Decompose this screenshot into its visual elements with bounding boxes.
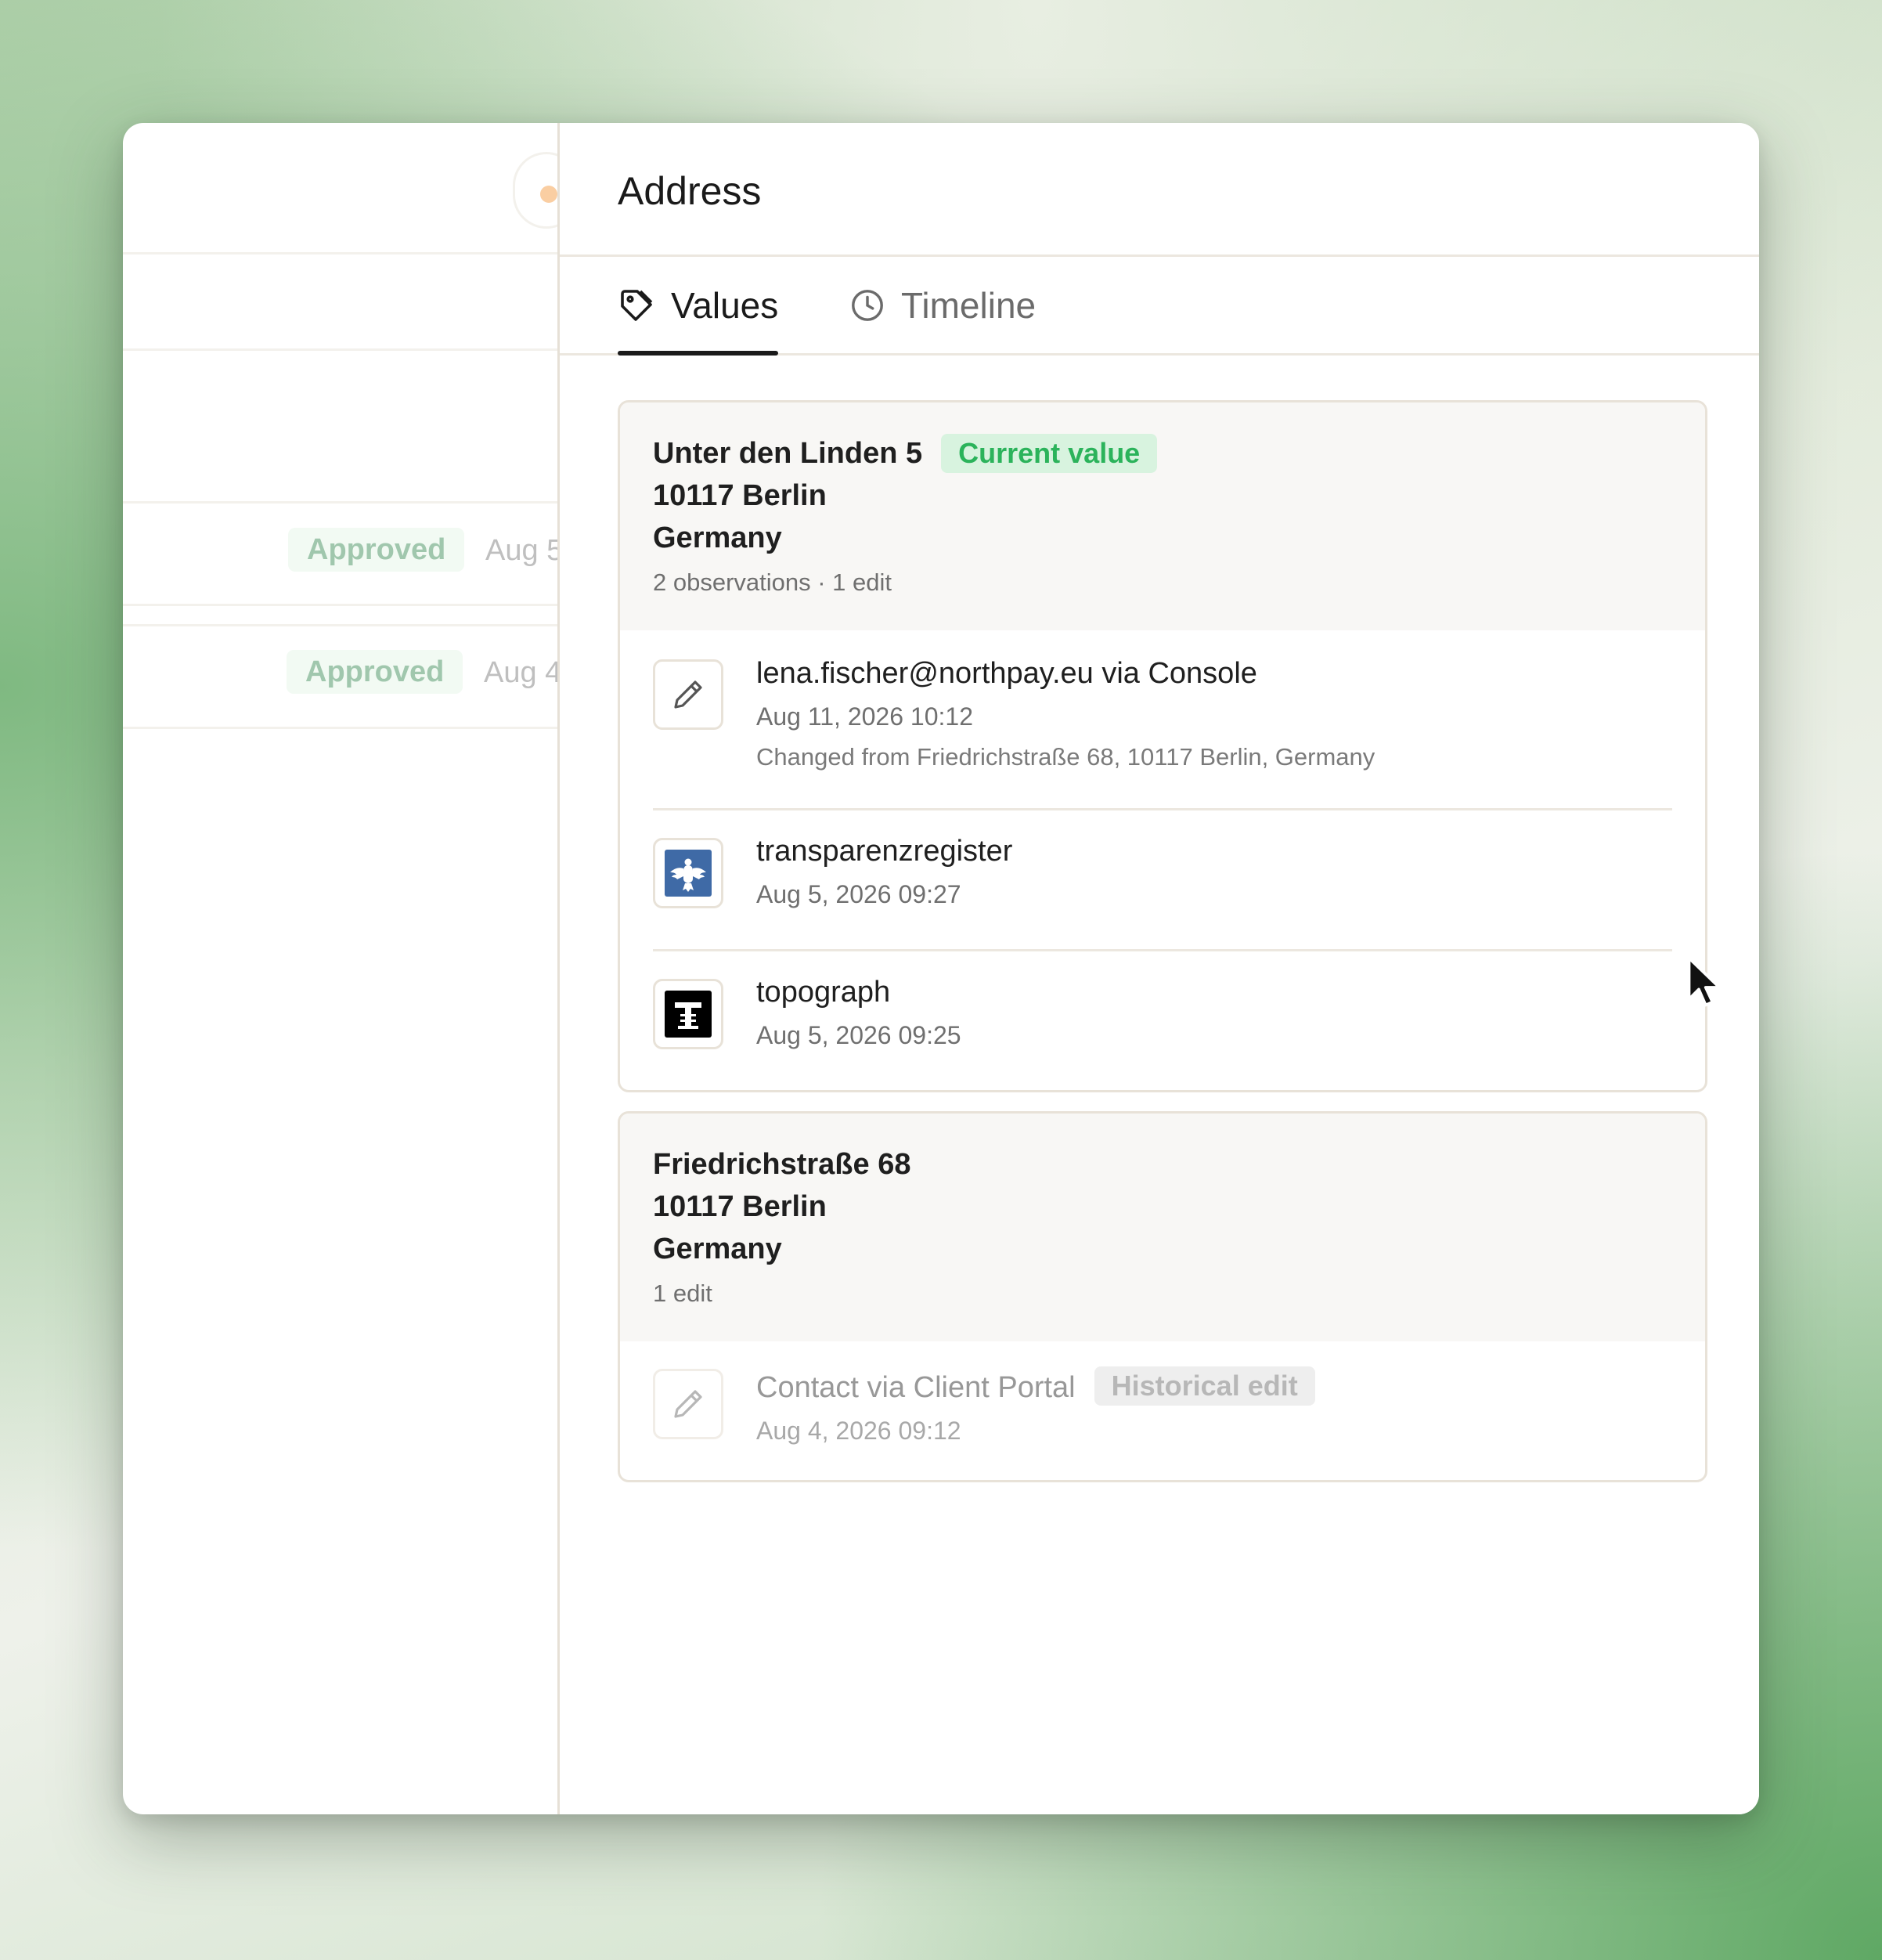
background-row[interactable]: Approved Aug 5 [123, 504, 563, 604]
divider [123, 604, 557, 606]
value-card-historical: Friedrichstraße 68 10117 Berlin Germany … [618, 1111, 1707, 1482]
entry-source: topograph [756, 976, 891, 1009]
divider [123, 348, 557, 351]
mouse-cursor-icon [1687, 956, 1722, 1007]
pencil-icon [653, 1369, 723, 1439]
tag-icon [621, 289, 653, 321]
divider [123, 727, 557, 729]
tab-timeline[interactable]: Timeline [849, 257, 1036, 353]
entry-timestamp: Aug 5, 2026 09:27 [756, 880, 961, 908]
status-dot [540, 186, 557, 203]
tab-label: Timeline [901, 284, 1037, 326]
entry-source: transparenzregister [756, 835, 1013, 868]
historical-edit-badge: Historical edit [1094, 1366, 1315, 1406]
address-line-city: 10117 Berlin [653, 479, 827, 512]
address-line-city: 10117 Berlin [653, 1190, 827, 1223]
address-line-country: Germany [653, 522, 782, 554]
observation-summary: 2 observations · 1 edit [653, 569, 892, 596]
pencil-icon [653, 659, 723, 730]
value-card-current: Unter den Linden 5 Current value 10117 Be… [618, 400, 1707, 1092]
value-card-header: Friedrichstraße 68 10117 Berlin Germany … [620, 1114, 1705, 1341]
address-line-country: Germany [653, 1233, 782, 1265]
tab-values[interactable]: Values [618, 257, 779, 356]
entry-timestamp: Aug 11, 2026 10:12 [756, 702, 973, 731]
row-date: Aug 5 [485, 534, 564, 567]
entry-source: lena.fischer@northpay.eu via Console [756, 657, 1257, 690]
tab-label: Values [671, 284, 779, 326]
background-row[interactable]: Approved Aug 4 [123, 626, 561, 727]
background-list: Approved Aug 5 Approved Aug 4 [123, 123, 580, 1814]
status-badge: Approved [287, 650, 463, 694]
observation-entry[interactable]: transparenzregister Aug 5, 2026 09:27 [620, 810, 1705, 951]
entry-timestamp: Aug 5, 2026 09:25 [756, 1021, 961, 1049]
eagle-logo-icon [653, 838, 723, 908]
current-value-badge: Current value [941, 434, 1158, 473]
tab-bar: Values Timeline [560, 257, 1759, 356]
address-line-street: Friedrichstraße 68 [653, 1148, 911, 1181]
divider [123, 252, 557, 254]
topograph-logo-icon [653, 979, 723, 1049]
value-card-header: Unter den Linden 5 Current value 10117 Be… [620, 402, 1705, 630]
drawer-header: Address [560, 123, 1759, 257]
clock-icon [852, 289, 883, 321]
entry-timestamp: Aug 4, 2026 09:12 [756, 1417, 961, 1445]
observation-entry[interactable]: Contact via Client Portal Historical edit… [620, 1341, 1705, 1480]
app-window: Approved Aug 5 Approved Aug 4 Address Va… [123, 123, 1759, 1814]
address-line-street: Unter den Linden 5 [653, 437, 923, 470]
row-date: Aug 4 [484, 656, 562, 689]
status-badge: Approved [288, 528, 465, 572]
observation-summary: 1 edit [653, 1280, 712, 1307]
entry-change-note: Changed from Friedrichstraße 68, 10117 B… [756, 743, 1375, 771]
address-drawer: Address Values Timeline Unter den Linden… [557, 123, 1759, 1814]
drawer-title: Address [618, 169, 762, 213]
entry-source: Contact via Client Portal [756, 1371, 1076, 1404]
observation-entry[interactable]: lena.fischer@northpay.eu via Console Aug… [620, 630, 1705, 810]
observation-entry[interactable]: topograph Aug 5, 2026 09:25 [620, 951, 1705, 1090]
